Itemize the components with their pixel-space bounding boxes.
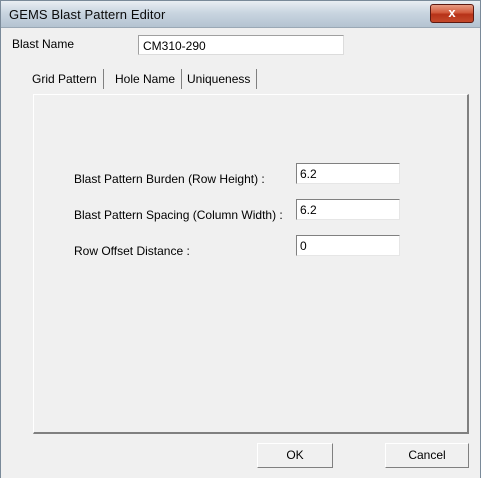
tab-label: Hole Name xyxy=(115,72,176,86)
cancel-button-label: Cancel xyxy=(408,448,446,462)
tab-label: Grid Pattern xyxy=(32,72,97,86)
burden-input[interactable]: 6.2 xyxy=(296,163,400,184)
tab-panel-grid-pattern xyxy=(33,94,469,434)
tab-hole-name[interactable]: Hole Name xyxy=(109,69,183,89)
title-bar[interactable]: GEMS Blast Pattern Editor x xyxy=(1,1,480,28)
ok-button-label: OK xyxy=(286,448,304,462)
tab-label: Uniqueness xyxy=(187,72,251,86)
cancel-button[interactable]: Cancel xyxy=(385,443,469,468)
spacing-input[interactable]: 6.2 xyxy=(296,199,400,220)
blast-name-label: Blast Name xyxy=(12,37,75,51)
burden-label: Blast Pattern Burden (Row Height) : xyxy=(74,172,265,186)
window-title: GEMS Blast Pattern Editor xyxy=(9,7,166,22)
blast-name-input[interactable]: CM310-290 xyxy=(138,35,344,55)
tab-uniqueness[interactable]: Uniqueness xyxy=(181,69,258,89)
tab-grid-pattern[interactable]: Grid Pattern xyxy=(26,69,104,89)
ok-button[interactable]: OK xyxy=(257,443,333,468)
spacing-label: Blast Pattern Spacing (Column Width) : xyxy=(74,208,283,222)
row-offset-input[interactable]: 0 xyxy=(296,235,400,256)
close-icon: x xyxy=(448,5,456,20)
row-offset-label: Row Offset Distance : xyxy=(74,244,190,258)
close-button[interactable]: x xyxy=(430,4,474,23)
